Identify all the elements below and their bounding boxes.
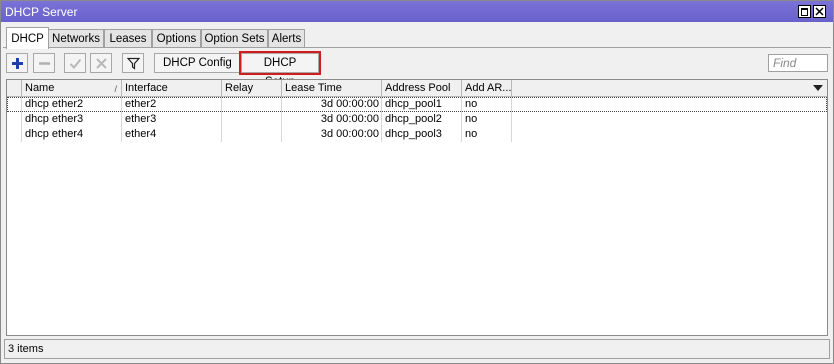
dhcp-server-window: DHCP Server DHCP Networks Leases Options… bbox=[0, 0, 834, 364]
plus-icon bbox=[12, 58, 23, 69]
row-marker bbox=[7, 112, 22, 127]
status-bar: 3 items bbox=[4, 339, 830, 359]
cell-lease-time: 3d 00:00:00 bbox=[282, 97, 382, 112]
header-relay[interactable]: Relay bbox=[222, 80, 282, 96]
tab-options[interactable]: Options bbox=[152, 29, 201, 48]
title-bar[interactable]: DHCP Server bbox=[1, 1, 833, 22]
header-name[interactable]: Name / bbox=[22, 80, 122, 96]
cell-address-pool: dhcp_pool1 bbox=[382, 97, 462, 112]
restore-icon[interactable] bbox=[798, 5, 811, 18]
remove-button[interactable] bbox=[33, 53, 55, 73]
window-title: DHCP Server bbox=[5, 5, 78, 19]
row-marker bbox=[7, 127, 22, 142]
table-row[interactable]: dhcp ether2 ether2 3d 00:00:00 dhcp_pool… bbox=[7, 97, 827, 112]
cell-interface: ether4 bbox=[122, 127, 222, 142]
dhcp-config-button[interactable]: DHCP Config bbox=[154, 53, 241, 73]
cell-relay bbox=[222, 127, 282, 142]
column-menu-icon[interactable] bbox=[813, 85, 823, 91]
header-lease-time[interactable]: Lease Time bbox=[282, 80, 382, 96]
cell-name: dhcp ether4 bbox=[22, 127, 122, 142]
x-icon bbox=[96, 58, 107, 69]
tab-leases[interactable]: Leases bbox=[104, 29, 152, 48]
enable-button[interactable] bbox=[64, 53, 86, 73]
cell-interface: ether3 bbox=[122, 112, 222, 127]
cell-lease-time: 3d 00:00:00 bbox=[282, 127, 382, 142]
tab-option-sets[interactable]: Option Sets bbox=[201, 29, 268, 48]
table-row[interactable]: dhcp ether4 ether4 3d 00:00:00 dhcp_pool… bbox=[7, 127, 827, 142]
table-header: Name / Interface Relay Lease Time Addres… bbox=[7, 80, 827, 97]
add-button[interactable] bbox=[6, 53, 28, 73]
dhcp-setup-button[interactable]: DHCP Setup bbox=[241, 53, 319, 88]
cell-address-pool: dhcp_pool3 bbox=[382, 127, 462, 142]
header-marker bbox=[7, 80, 22, 96]
tab-alerts[interactable]: Alerts bbox=[268, 29, 305, 48]
close-icon[interactable] bbox=[813, 5, 826, 18]
table-row[interactable]: dhcp ether3 ether3 3d 00:00:00 dhcp_pool… bbox=[7, 112, 827, 127]
cell-interface: ether2 bbox=[122, 97, 222, 112]
cell-add-arp: no bbox=[462, 112, 512, 127]
cell-relay bbox=[222, 112, 282, 127]
row-marker bbox=[7, 97, 22, 112]
tab-dhcp[interactable]: DHCP bbox=[6, 27, 49, 49]
header-add-arp[interactable]: Add AR... bbox=[462, 80, 512, 96]
sort-icon: / bbox=[114, 84, 117, 94]
disable-button[interactable] bbox=[90, 53, 112, 73]
cell-address-pool: dhcp_pool2 bbox=[382, 112, 462, 127]
cell-lease-time: 3d 00:00:00 bbox=[282, 112, 382, 127]
tab-networks[interactable]: Networks bbox=[48, 29, 104, 48]
filter-button[interactable] bbox=[122, 53, 144, 73]
check-icon bbox=[69, 58, 82, 69]
item-count: 3 items bbox=[8, 343, 44, 355]
header-name-label: Name bbox=[25, 82, 55, 94]
minus-icon bbox=[39, 62, 50, 65]
header-address-pool[interactable]: Address Pool bbox=[382, 80, 462, 96]
cell-name: dhcp ether2 bbox=[22, 97, 122, 112]
cell-add-arp: no bbox=[462, 97, 512, 112]
dhcp-server-table: Name / Interface Relay Lease Time Addres… bbox=[6, 79, 828, 336]
funnel-icon bbox=[127, 57, 140, 70]
cell-relay bbox=[222, 97, 282, 112]
toolbar: DHCP Config DHCP Setup Find bbox=[6, 51, 830, 88]
cell-add-arp: no bbox=[462, 127, 512, 142]
cell-name: dhcp ether3 bbox=[22, 112, 122, 127]
find-input[interactable]: Find bbox=[768, 54, 828, 72]
tab-divider bbox=[3, 47, 831, 48]
header-interface[interactable]: Interface bbox=[122, 80, 222, 96]
